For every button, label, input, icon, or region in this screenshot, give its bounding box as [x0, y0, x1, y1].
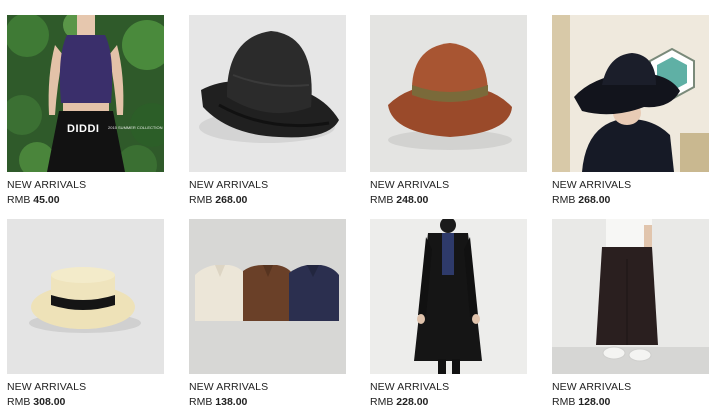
product-label: NEW ARRIVALS	[7, 179, 87, 191]
product-price: RMB 268.00	[189, 194, 346, 206]
price-value: 268.00	[578, 194, 611, 206]
product-card[interactable]: NEW ARRIVALS RMB 248.00	[370, 15, 527, 206]
product-card[interactable]: NEW ARRIVALS RMB 128.00	[552, 219, 709, 408]
currency: RMB	[189, 194, 213, 206]
product-card[interactable]: NEW ARRIVALS RMB 228.00	[370, 219, 527, 408]
product-card[interactable]: NEW ARRIVALS RMB 308.00	[7, 219, 164, 408]
sleeveless-top-photo[interactable]: DIDDI 2015 SUMMER COLLECTION	[7, 15, 164, 172]
product-label: NEW ARRIVALS	[370, 381, 450, 393]
currency: RMB	[552, 194, 576, 206]
product-price: RMB 248.00	[370, 194, 527, 206]
product-card[interactable]: NEW ARRIVALS RMB 138.00	[189, 219, 346, 408]
product-label: NEW ARRIVALS	[189, 179, 269, 191]
product-label: NEW ARRIVALS	[189, 381, 269, 393]
price-value: 248.00	[396, 194, 429, 206]
product-label: NEW ARRIVALS	[7, 381, 87, 393]
product-price: RMB 138.00	[189, 396, 346, 408]
rust-bucket-hat-photo[interactable]	[370, 15, 527, 172]
product-label: NEW ARRIVALS	[552, 179, 632, 191]
product-card[interactable]: NEW ARRIVALS RMB 268.00	[189, 15, 346, 206]
product-price: RMB 228.00	[370, 396, 527, 408]
price-value: 138.00	[215, 396, 248, 408]
brand-logo: DIDDI	[67, 123, 100, 135]
product-price: RMB 268.00	[552, 194, 709, 206]
black-coat-outfit-photo[interactable]	[370, 219, 527, 374]
currency: RMB	[370, 194, 394, 206]
product-price: RMB 45.00	[7, 194, 164, 206]
model-wide-brim-hat-photo[interactable]	[552, 15, 709, 172]
product-card[interactable]: DIDDI 2015 SUMMER COLLECTION NEW ARRIVAL…	[7, 15, 164, 206]
price-value: 308.00	[33, 396, 66, 408]
wide-leg-pants-photo[interactable]	[552, 219, 709, 374]
price-value: 128.00	[578, 396, 611, 408]
product-card[interactable]: NEW ARRIVALS RMB 268.00	[552, 15, 709, 206]
brand-subtitle: 2015 SUMMER COLLECTION	[108, 125, 163, 130]
currency: RMB	[7, 396, 31, 408]
price-value: 228.00	[396, 396, 429, 408]
currency: RMB	[189, 396, 213, 408]
currency: RMB	[7, 194, 31, 206]
product-label: NEW ARRIVALS	[552, 381, 632, 393]
product-price: RMB 128.00	[552, 396, 709, 408]
price-value: 45.00	[33, 194, 60, 206]
straw-boater-hat-photo[interactable]	[7, 219, 164, 374]
black-bucket-hat-photo[interactable]	[189, 15, 346, 172]
folded-shirts-photo[interactable]	[189, 219, 346, 374]
currency: RMB	[552, 396, 576, 408]
currency: RMB	[370, 396, 394, 408]
product-price: RMB 308.00	[7, 396, 164, 408]
product-label: NEW ARRIVALS	[370, 179, 450, 191]
price-value: 268.00	[215, 194, 248, 206]
